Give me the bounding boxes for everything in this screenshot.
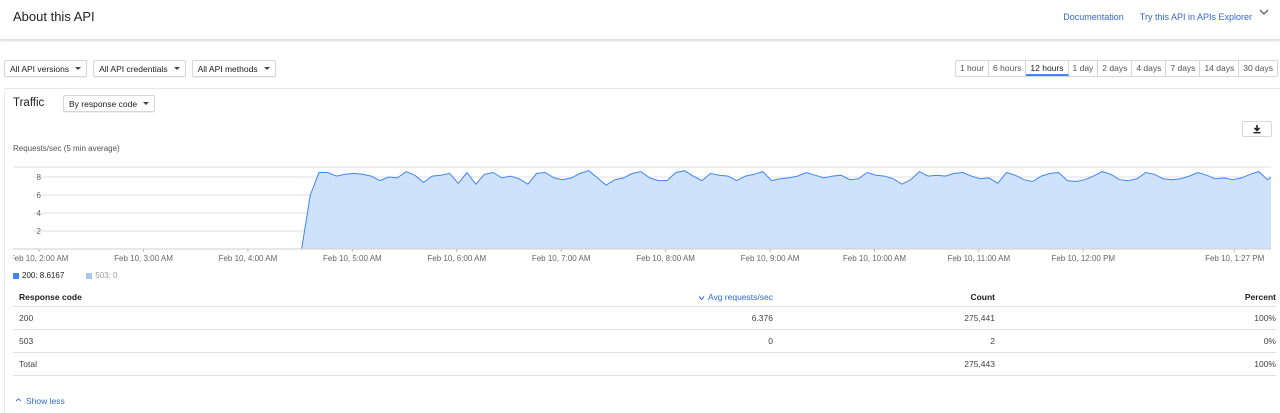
- chevron-up-icon: [15, 397, 22, 401]
- x-tick-label: Feb 10, 9:00 AM: [741, 254, 800, 263]
- download-button[interactable]: [1242, 121, 1272, 137]
- legend-swatch-200: [13, 272, 19, 279]
- col-percent[interactable]: Percent: [995, 288, 1276, 307]
- x-tick-label: Feb 10, 3:00 AM: [114, 254, 173, 263]
- range-option-2-days[interactable]: 2 days: [1098, 61, 1133, 76]
- api-versions-label: All API versions: [10, 63, 70, 74]
- series-200-area: [58, 170, 1271, 249]
- range-option-30-days[interactable]: 30 days: [1239, 61, 1277, 76]
- col-count[interactable]: Count: [773, 288, 995, 307]
- group-by-label: By response code: [69, 98, 138, 109]
- range-option-4-days[interactable]: 4 days: [1132, 61, 1167, 76]
- legend-item-503[interactable]: 503: 0: [86, 271, 118, 280]
- api-methods-label: All API methods: [197, 63, 258, 74]
- table-row: 503 0 2 0%: [13, 329, 1276, 353]
- x-tick-label: Feb 10, 11:00 AM: [948, 254, 1011, 263]
- y-axis-title: Requests/sec (5 min average): [13, 144, 120, 153]
- table-row-total: Total 275,443 100%: [13, 352, 1276, 376]
- about-api-card: About this API Documentation Try this AP…: [0, 0, 1280, 40]
- legend-label-503: 503: 0: [95, 271, 118, 280]
- chevron-down-icon[interactable]: [1258, 6, 1270, 18]
- show-less-label: Show less: [26, 396, 65, 406]
- response-code-table: Response code Avg requests/sec Count Per…: [13, 288, 1276, 376]
- time-range-selector: 1 hour 6 hours 12 hours 1 day 2 days 4 days 7 …: [954, 60, 1278, 77]
- table-header-row: Response code Avg requests/sec Count Per…: [13, 288, 1276, 307]
- x-tick-label: Feb 10, 10:00 AM: [843, 254, 906, 263]
- y-tick-label: 8: [37, 173, 42, 182]
- show-less-link[interactable]: Show less: [15, 396, 65, 406]
- caret-down-icon: [173, 67, 180, 70]
- y-tick-label: 6: [37, 191, 42, 200]
- cell-count: 275,443: [773, 352, 995, 376]
- apis-explorer-link[interactable]: Try this API in APIs Explorer: [1140, 12, 1252, 22]
- group-by-dropdown[interactable]: By response code: [63, 95, 156, 112]
- x-tick-label: Feb 10, 8:00 AM: [636, 254, 695, 263]
- col-avg-requests-label: Avg requests/sec: [707, 291, 773, 302]
- cell-code: 200: [13, 306, 693, 330]
- legend-label-200: 200: 8.6167: [22, 271, 65, 280]
- api-methods-dropdown[interactable]: All API methods: [191, 60, 276, 77]
- range-option-6-hours[interactable]: 6 hours: [989, 61, 1027, 76]
- x-tick-label: Feb 10, 6:00 AM: [427, 254, 486, 263]
- y-tick-label: 2: [37, 227, 42, 236]
- x-tick-label: Feb 10, 12:00 PM: [1051, 254, 1115, 263]
- cell-percent: 100%: [995, 306, 1276, 330]
- cell-percent: 0%: [995, 329, 1276, 353]
- about-title: About this API: [13, 9, 95, 24]
- cell-avg: 0: [693, 329, 773, 353]
- table-row: 200 6.376 275,441 100%: [13, 306, 1276, 330]
- x-tick-label: Feb 10, 4:00 AM: [219, 254, 278, 263]
- cell-avg: 6.376: [693, 306, 773, 330]
- sort-desc-icon: [698, 295, 705, 300]
- range-option-14-days[interactable]: 14 days: [1200, 61, 1240, 76]
- range-option-1-hour[interactable]: 1 hour: [956, 61, 990, 76]
- traffic-card: Traffic By response code Requests/sec (5…: [4, 88, 1280, 413]
- x-tick-label: Feb 10, 1:27 PM: [1205, 254, 1264, 263]
- legend-item-200[interactable]: 200: 8.6167: [13, 271, 64, 280]
- cell-percent: 100%: [995, 352, 1276, 376]
- api-credentials-label: All API credentials: [99, 63, 168, 74]
- col-response-code[interactable]: Response code: [13, 288, 693, 307]
- x-tick-label: Feb 10, 2:00 AM: [13, 254, 69, 263]
- cell-count: 2: [773, 329, 995, 353]
- caret-down-icon: [143, 102, 150, 105]
- x-tick-label: Feb 10, 5:00 AM: [323, 254, 382, 263]
- x-tick-label: Feb 10, 7:00 AM: [532, 254, 591, 263]
- range-option-1-day[interactable]: 1 day: [1069, 61, 1099, 76]
- cell-code: 503: [13, 329, 693, 353]
- traffic-chart: 2 4 6 8 Feb 10, 2:00 AM Feb 10, 3:00 AM Feb 10…: [13, 166, 1271, 263]
- caret-down-icon: [75, 67, 82, 70]
- cell-count: 275,441: [773, 306, 995, 330]
- col-avg-requests[interactable]: Avg requests/sec: [693, 288, 773, 307]
- range-option-7-days[interactable]: 7 days: [1166, 61, 1201, 76]
- traffic-title: Traffic: [13, 97, 45, 109]
- filter-bar: All API versions All API credentials All…: [4, 60, 276, 77]
- range-option-12-hours[interactable]: 12 hours: [1026, 61, 1069, 76]
- legend-swatch-503: [86, 272, 93, 279]
- cell-avg: [693, 352, 773, 376]
- download-icon: [1253, 125, 1261, 134]
- about-links: Documentation Try this API in APIs Explo…: [1063, 12, 1252, 22]
- cell-code: Total: [13, 352, 693, 376]
- chart-legend: 200: 8.6167 503: 0: [13, 271, 118, 280]
- caret-down-icon: [263, 67, 270, 70]
- y-tick-label: 4: [37, 209, 42, 218]
- documentation-link[interactable]: Documentation: [1063, 12, 1124, 22]
- api-credentials-dropdown[interactable]: All API credentials: [93, 60, 186, 77]
- api-versions-dropdown[interactable]: All API versions: [4, 60, 88, 77]
